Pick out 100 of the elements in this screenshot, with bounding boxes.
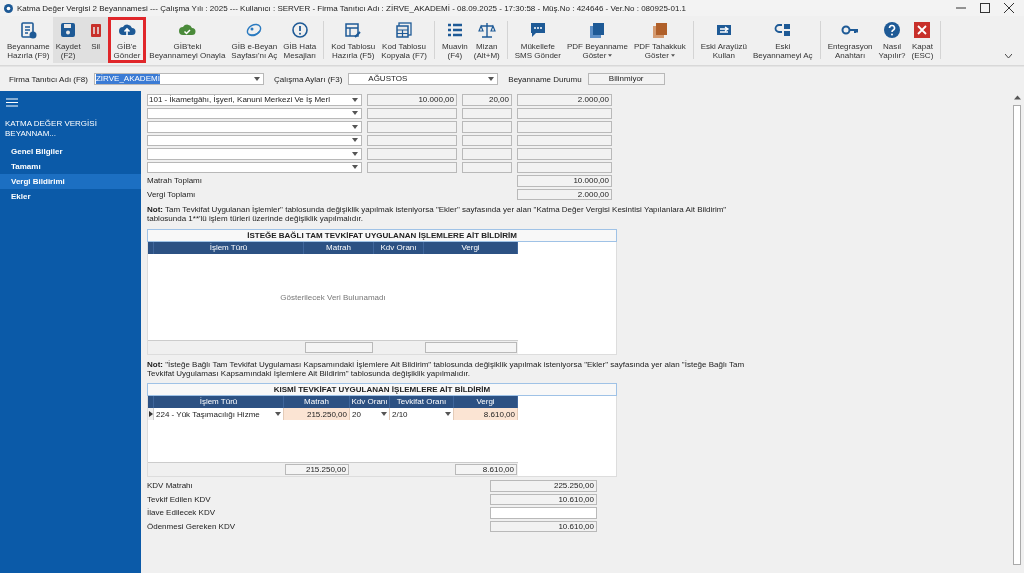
column-header: Vergi: [424, 242, 518, 254]
caret-icon: [608, 54, 613, 57]
rate-field: [462, 121, 512, 133]
floppy-icon: [59, 21, 78, 39]
exclamation-icon: [290, 21, 309, 39]
sidebar-item[interactable]: Ekler: [0, 189, 141, 204]
toolbar-button[interactable]: Kaydet (F2): [52, 17, 84, 63]
column-header: Kdv Oranı: [374, 242, 424, 254]
caret-icon: [381, 412, 387, 416]
row-pointer-icon: [148, 411, 153, 417]
chevron-icon: [1005, 54, 1012, 59]
amount-field: 10.610,00: [490, 493, 597, 505]
caret-icon: [670, 54, 675, 57]
type-dropdown[interactable]: [147, 148, 362, 160]
toolbar-button[interactable]: GİB Hata Mesajları: [280, 17, 320, 63]
total-label: Vergi Toplamı: [147, 189, 196, 199]
type-dropdown[interactable]: [147, 107, 362, 119]
sidebar-item[interactable]: Vergi Bildirimi: [0, 174, 141, 189]
type-dropdown[interactable]: [147, 121, 362, 133]
sidebar-item[interactable]: Genel Bilgiler: [0, 144, 141, 159]
pdf-icon: [588, 21, 607, 39]
rate-field: [462, 148, 512, 160]
app-icon: [4, 3, 13, 13]
maximize-icon: [980, 3, 990, 13]
toolbar-button[interactable]: Mizan (Alt+M): [470, 17, 503, 63]
note-text: Not: Tam Tevkifat Uygulanan İşlemler" tablosunda değişiklik yapılmak isteniyorsa "Ekler" sayfasında yer alan "Katma Değer Vergisi Kesintisi Yapılanlara Ait Bildirim" tablosunda 1**'lü işlem türleri üzerinde değişiklik yapılmalıdır.: [147, 205, 728, 223]
table-title: KISMİ TEVKİFAT UYGULANAN İŞLEMLERE AİT BİLDİRİM: [147, 383, 617, 396]
caret-icon: [352, 111, 358, 116]
type-dropdown[interactable]: [147, 134, 362, 146]
toolbar-button[interactable]: GİB e-Beyan Sayfası'nı Aç: [228, 17, 281, 63]
dropdown-cell[interactable]: 2/10: [390, 408, 454, 420]
firm-dropdown[interactable]: ZİRVE_AKADEMİ: [94, 73, 264, 85]
column-header: Matrah: [304, 242, 374, 254]
amount-field: 10.000,00: [367, 94, 457, 106]
toolbar-button[interactable]: Muavin (F4): [438, 17, 471, 63]
toolbar-button[interactable]: Entegrasyon Anahtarı: [824, 17, 876, 63]
switch-icon: [773, 21, 792, 39]
toolbar-button[interactable]: Sil: [83, 17, 108, 63]
toolbar-button[interactable]: Kod Tablosu Hazırla (F5): [328, 17, 379, 63]
scroll-up-icon: [1013, 95, 1021, 100]
table-icon: [395, 21, 414, 39]
caret-icon: [488, 77, 495, 81]
toolbar-button[interactable]: Kapat (ESC): [908, 17, 937, 63]
toolbar-button[interactable]: Mükellefe SMS Gönder: [511, 17, 564, 63]
caret-icon: [352, 138, 358, 143]
tax-field: 2.000,00: [517, 94, 612, 106]
close-icon: [1004, 3, 1014, 13]
rate-field: 20,00: [462, 94, 512, 106]
dropdown-cell[interactable]: 20: [350, 408, 390, 420]
toolbar-button[interactable]: Beyanname Hazırla (F9): [4, 17, 53, 63]
scale-icon: [477, 21, 496, 39]
caret-icon: [275, 412, 281, 416]
close-icon: [913, 21, 932, 39]
window-title: Katma Değer Vergisi 2 Beyannamesi --- Çalışma Yılı : 2025 --- Kullanıcı : SERVER - Firma Tanıtıcı Adı : ZİRVE_AKADEMİ - 08.09.2025 - 17:30:58 - Müş.No : 424646 - Ver.No : 080925-01.1: [17, 3, 687, 13]
list-icon: [445, 21, 464, 39]
toolbar-button[interactable]: Eski Arayüzü Kullan: [697, 17, 751, 63]
field-label: Firma Tanıtıcı Adı (F8): [9, 74, 88, 84]
menu-icon: [6, 98, 18, 107]
field-label: KDV Matrahı: [147, 481, 193, 491]
table-title: İSTEĞE BAĞLI TAM TEVKİFAT UYGULANAN İŞLEMLERE AİT BİLDİRİM: [147, 229, 617, 242]
rate-field: [462, 107, 512, 119]
toolbar-button[interactable]: Nasıl Yapılır?: [875, 17, 909, 63]
caret-icon: [352, 124, 358, 129]
total-field: 2.000,00: [517, 188, 612, 200]
toolbar-button[interactable]: GİB'teki Beyannameyi Onayla: [146, 17, 229, 63]
sidebar-item[interactable]: Tamamı: [0, 159, 141, 174]
input-field[interactable]: [490, 507, 597, 519]
globe-icon: [245, 21, 264, 39]
table-cell: 8.610,00: [454, 408, 518, 420]
column-header: İşlem Türü: [154, 242, 304, 254]
field-label: Tevkif Edilen KDV: [147, 494, 211, 504]
sidebar-title: KATMA DEĞER VERGİSİ BEYANNAM...: [5, 119, 98, 139]
total-field: 10.000,00: [517, 175, 612, 187]
toolbar-button[interactable]: GİB'e Gönder: [107, 17, 147, 63]
caret-icon: [445, 412, 451, 416]
amount-field: 225.250,00: [490, 480, 597, 492]
rate-field: [462, 134, 512, 146]
pdf-icon: [650, 21, 669, 39]
table-pencil-icon: [344, 21, 363, 39]
note-text: Not: "İsteğe Bağlı Tam Tevkifat Uygulaması Kapsamındaki İşlemlere Ait Bildirim" tablosunda değişiklik yapılmak isteniyorsa "Ekler" sayfasında yer alan "İsteğe Bağlı Tam Tevkifat Uygulaması Kapsamındaki İşlemlere Ait Bildirim" tablosunda değişiklik yapılmalıdır.: [147, 360, 746, 378]
dropdown-cell[interactable]: 224 - Yük Taşımacılığı Hizme: [154, 408, 284, 420]
type-dropdown[interactable]: 101 - İkametgâhı, İşyeri, Kanuni Merkezi Ve İş Merl: [147, 94, 362, 106]
month-dropdown[interactable]: AĞUSTOS: [348, 73, 499, 85]
document-icon: [19, 21, 38, 39]
toolbar-button[interactable]: Eski Beyannameyi Aç: [750, 17, 816, 63]
caret-icon: [352, 165, 358, 170]
chat-icon: [528, 21, 547, 39]
scroll-thumb[interactable]: [1013, 105, 1021, 565]
toolbar-button[interactable]: Kod Tablosu Kopyala (F7): [378, 17, 430, 63]
help-icon: [883, 21, 902, 39]
caret-icon: [352, 97, 358, 102]
sum-field: 8.610,00: [455, 464, 517, 475]
field-label: İlave Edilecek KDV: [147, 508, 216, 518]
type-dropdown[interactable]: [147, 161, 362, 173]
sum-field: 215.250,00: [285, 464, 349, 475]
rate-field: [462, 161, 512, 173]
toolbar-button[interactable]: PDF Tahakkuk Göster: [630, 17, 689, 63]
status-field: Bilinmiyor: [587, 73, 665, 85]
toolbar-button[interactable]: PDF Beyanname Göster: [564, 17, 631, 63]
amount-field: 10.610,00: [490, 520, 597, 532]
